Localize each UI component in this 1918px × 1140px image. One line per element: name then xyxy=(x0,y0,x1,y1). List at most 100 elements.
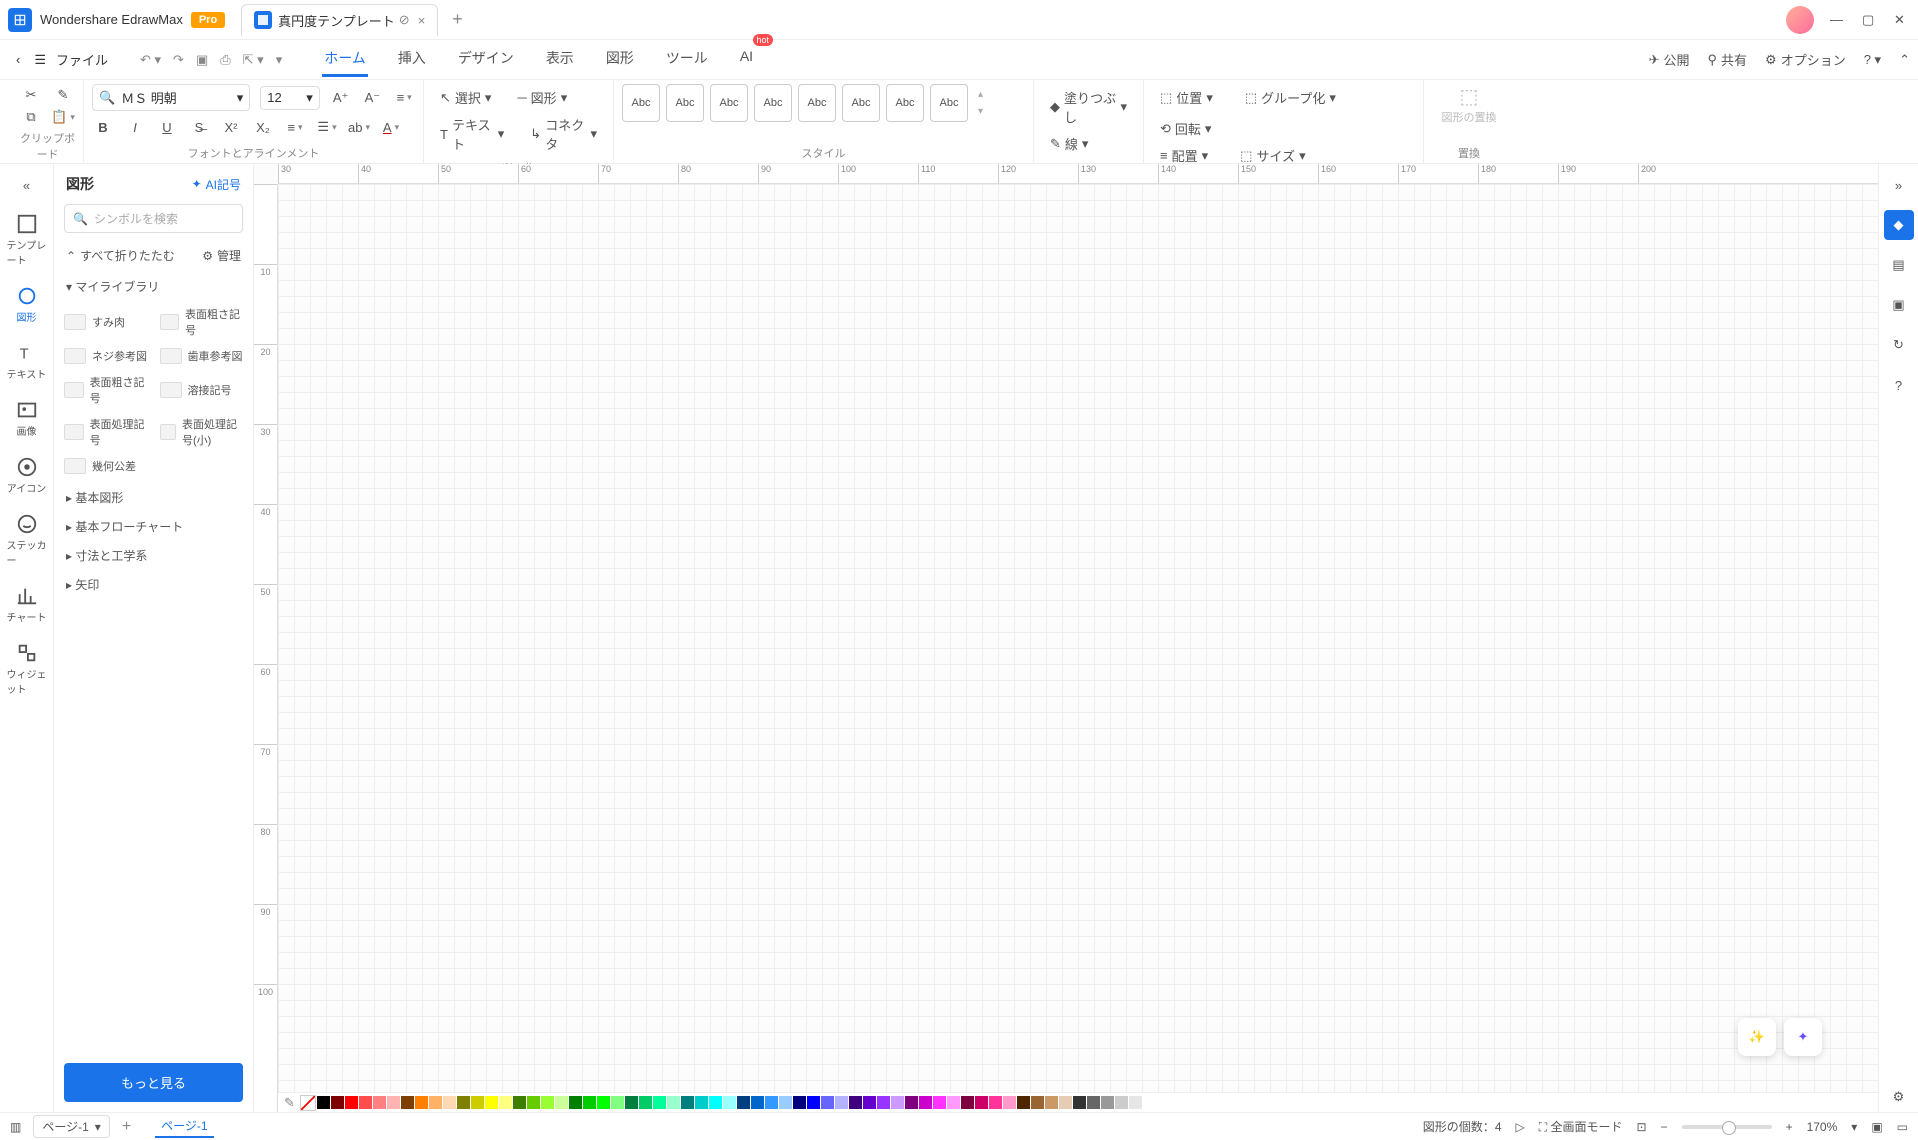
color-swatch[interactable] xyxy=(625,1096,638,1109)
group-button[interactable]: ⬚ グループ化 ▾ xyxy=(1237,84,1344,111)
color-swatch[interactable] xyxy=(429,1096,442,1109)
font-size-select[interactable]: 12▾ xyxy=(260,86,319,110)
rotate-button[interactable]: ⟲ 回転 ▾ xyxy=(1152,115,1219,142)
color-swatch[interactable] xyxy=(975,1096,988,1109)
copy-button[interactable]: ⧉ xyxy=(20,106,42,128)
hamburger-icon[interactable]: ☰ xyxy=(28,48,52,72)
fill-button[interactable]: ◆ 塗りつぶし ▾ xyxy=(1042,84,1135,130)
color-swatch[interactable] xyxy=(877,1096,890,1109)
canvas[interactable]: ０．１ Ø 30 mm xyxy=(278,184,1878,1092)
layers-panel-button[interactable]: ▣ xyxy=(1884,290,1914,320)
color-swatch[interactable] xyxy=(737,1096,750,1109)
options-button[interactable]: ⚙ オプション xyxy=(1765,50,1846,69)
presentation-button[interactable]: ▷ xyxy=(1516,1120,1525,1134)
position-button[interactable]: ⬚ 位置 ▾ xyxy=(1152,84,1221,111)
help-button[interactable]: ? ▾ xyxy=(1864,52,1881,68)
font-family-select[interactable]: 🔍ＭＳ 明朝▾ xyxy=(92,84,250,111)
char-case-button[interactable]: ab xyxy=(348,116,370,138)
color-swatch[interactable] xyxy=(611,1096,624,1109)
ai-symbol-link[interactable]: ✦ AI記号 xyxy=(192,176,241,193)
expand-right-button[interactable]: » xyxy=(1884,170,1914,200)
color-swatch[interactable] xyxy=(793,1096,806,1109)
select-tool-button[interactable]: ↖ 選択 ▾ xyxy=(432,84,499,111)
line-style-button[interactable]: ✎ 線 ▾ xyxy=(1042,130,1135,157)
section-basic-flowchart[interactable]: ▸ 基本フローチャート xyxy=(62,512,245,541)
color-swatch[interactable] xyxy=(933,1096,946,1109)
tab-shape[interactable]: 図形 xyxy=(604,42,636,77)
color-swatch[interactable] xyxy=(723,1096,736,1109)
color-swatch[interactable] xyxy=(499,1096,512,1109)
rail-item-chart[interactable]: チャート xyxy=(5,579,49,630)
color-swatch[interactable] xyxy=(457,1096,470,1109)
collapse-ribbon-button[interactable]: ⌃ xyxy=(1899,52,1910,68)
more-quick-button[interactable]: ▾ xyxy=(276,52,283,68)
share-button[interactable]: ⚲ 共有 xyxy=(1708,50,1748,69)
tab-home[interactable]: ホーム xyxy=(322,42,368,77)
color-swatch[interactable] xyxy=(373,1096,386,1109)
tab-design[interactable]: デザイン xyxy=(456,42,516,77)
rail-item-widget[interactable]: ウィジェット xyxy=(5,636,49,702)
font-color-button[interactable]: A xyxy=(380,116,402,138)
strike-button[interactable]: S̶ xyxy=(188,116,210,138)
page-list-button[interactable]: ▥ xyxy=(10,1120,21,1134)
style-preset[interactable]: Abc xyxy=(622,84,660,122)
bold-button[interactable]: B xyxy=(92,116,114,138)
user-avatar[interactable] xyxy=(1786,6,1814,34)
settings-button[interactable]: ⚙ xyxy=(1884,1082,1914,1112)
color-swatch[interactable] xyxy=(765,1096,778,1109)
page-select[interactable]: ページ-1▾ xyxy=(33,1115,109,1138)
new-tab-button[interactable]: + xyxy=(442,3,473,36)
decrease-font-button[interactable]: A⁻ xyxy=(362,87,384,109)
color-swatch[interactable] xyxy=(331,1096,344,1109)
color-swatch[interactable] xyxy=(1073,1096,1086,1109)
lib-item[interactable]: 表面粗さ記号 xyxy=(62,371,150,409)
ai-magic-button[interactable]: ✨ xyxy=(1738,1018,1776,1056)
color-swatch[interactable] xyxy=(401,1096,414,1109)
color-swatch[interactable] xyxy=(835,1096,848,1109)
style-preset[interactable]: Abc xyxy=(666,84,704,122)
color-swatch[interactable] xyxy=(583,1096,596,1109)
lib-item[interactable]: 表面処理記号 xyxy=(62,413,150,451)
color-swatch[interactable] xyxy=(443,1096,456,1109)
align-button[interactable]: ≡ xyxy=(284,116,306,138)
color-swatch[interactable] xyxy=(1059,1096,1072,1109)
document-tab[interactable]: 真円度テンプレート ⊘ × xyxy=(241,4,438,36)
color-swatch[interactable] xyxy=(569,1096,582,1109)
lib-item[interactable]: 表面粗さ記号 xyxy=(158,303,246,341)
color-swatch[interactable] xyxy=(849,1096,862,1109)
color-swatch[interactable] xyxy=(947,1096,960,1109)
format-painter-button[interactable]: ✎ xyxy=(52,84,74,106)
save-button[interactable]: ▣ xyxy=(196,52,208,68)
color-swatch[interactable] xyxy=(681,1096,694,1109)
symbol-search-input[interactable]: 🔍 シンボルを検索 xyxy=(64,204,243,233)
paste-button[interactable]: 📋 xyxy=(52,106,74,128)
connector-tool-button[interactable]: ↳ コネクタ ▾ xyxy=(522,111,605,157)
section-mylib[interactable]: ▾ マイライブラリ xyxy=(62,272,245,301)
color-swatch[interactable] xyxy=(387,1096,400,1109)
color-swatch[interactable] xyxy=(807,1096,820,1109)
color-swatch[interactable] xyxy=(779,1096,792,1109)
more-shapes-button[interactable]: もっと見る xyxy=(64,1063,243,1102)
history-panel-button[interactable]: ↻ xyxy=(1884,330,1914,360)
section-basic-shape[interactable]: ▸ 基本図形 xyxy=(62,483,245,512)
publish-button[interactable]: ✈ 公開 xyxy=(1649,50,1690,69)
cut-button[interactable]: ✂ xyxy=(20,84,42,106)
color-swatch[interactable] xyxy=(961,1096,974,1109)
color-swatch[interactable] xyxy=(359,1096,372,1109)
fullscreen-button[interactable]: ⛶ 全画面モード xyxy=(1539,1118,1623,1135)
zoom-in-button[interactable]: + xyxy=(1786,1120,1793,1134)
rail-item-image[interactable]: 画像 xyxy=(5,393,49,444)
color-swatch[interactable] xyxy=(1003,1096,1016,1109)
color-swatch[interactable] xyxy=(905,1096,918,1109)
increase-font-button[interactable]: A⁺ xyxy=(330,87,352,109)
color-swatch[interactable] xyxy=(527,1096,540,1109)
color-swatch[interactable] xyxy=(597,1096,610,1109)
rail-item-template[interactable]: テンプレート xyxy=(5,207,49,273)
help-panel-button[interactable]: ? xyxy=(1884,370,1914,400)
close-window-button[interactable]: ✕ xyxy=(1894,12,1910,28)
color-swatch[interactable] xyxy=(1129,1096,1142,1109)
color-swatch[interactable] xyxy=(653,1096,666,1109)
color-swatch[interactable] xyxy=(709,1096,722,1109)
color-swatch[interactable] xyxy=(1115,1096,1128,1109)
color-swatch[interactable] xyxy=(891,1096,904,1109)
